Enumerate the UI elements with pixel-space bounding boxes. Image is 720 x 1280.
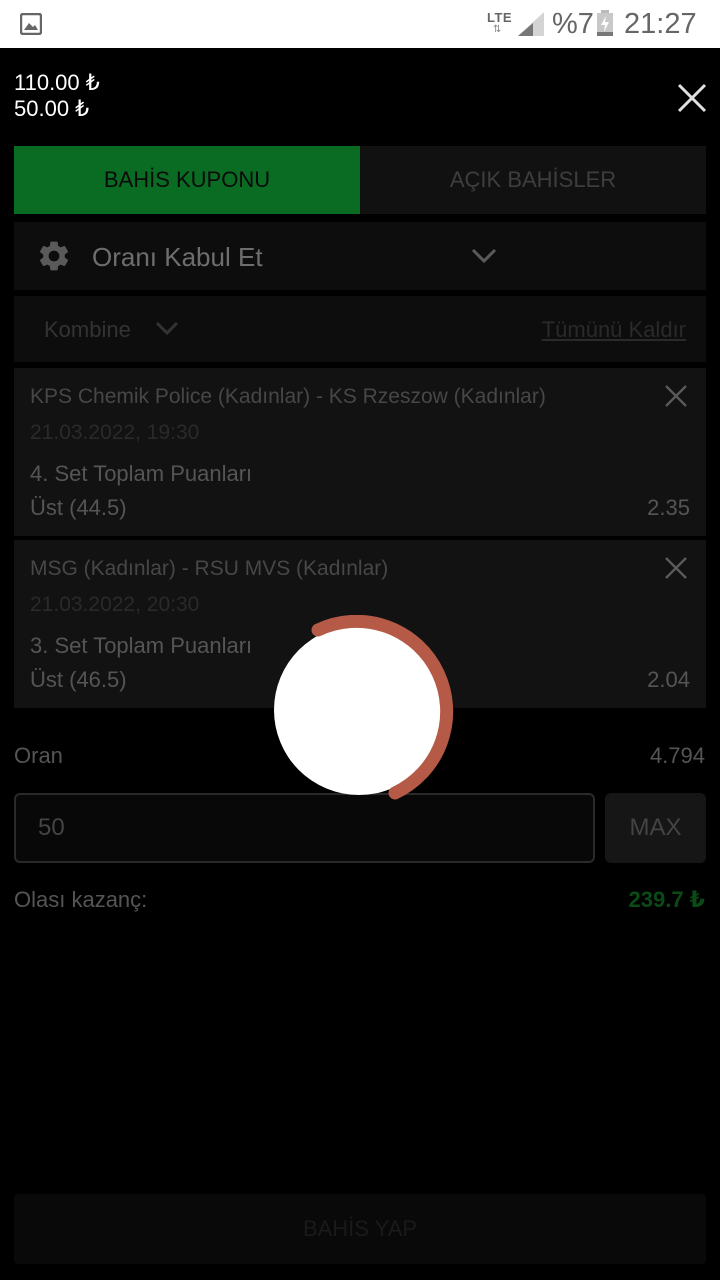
match-date: 21.03.2022, 20:30 (30, 593, 200, 616)
odd-value: 2.04 (647, 667, 690, 692)
market-name: 4. Set Toplam Puanları (30, 461, 253, 486)
clock: 21:27 (624, 8, 697, 40)
close-icon[interactable] (664, 556, 688, 580)
network-activity-icon: ⇅ (493, 24, 502, 35)
network-type: LTE (487, 10, 513, 25)
tab-bar: BAHİS KUPONU AÇIK BAHİSLER (14, 146, 706, 214)
max-button[interactable]: MAX (605, 793, 706, 863)
gear-icon (39, 241, 69, 271)
bet-type-row: Kombine Tümünü Kaldır (14, 296, 706, 362)
potential-win-label: Olası kazanç: (14, 887, 148, 912)
chevron-down-icon (471, 248, 497, 264)
close-icon[interactable] (664, 384, 688, 408)
odd-value: 2.35 (647, 495, 690, 520)
match-date: 21.03.2022, 19:30 (30, 421, 200, 444)
market-name: 3. Set Toplam Puanları (30, 633, 253, 658)
remove-all-link[interactable]: Tümünü Kaldır (542, 317, 686, 343)
accept-odds-label: Oranı Kabul Et (92, 242, 263, 272)
match-name: KPS Chemik Police (Kadınlar) - KS Rzeszo… (30, 385, 546, 408)
signal-icon (518, 12, 544, 36)
place-bet-button[interactable]: BAHİS YAP (14, 1194, 706, 1264)
balance-secondary: 50.00 ₺ (14, 96, 90, 121)
loading-spinner (274, 615, 454, 800)
selection: Üst (44.5) (30, 495, 127, 520)
total-odds-label: Oran (14, 743, 63, 768)
battery-charging-icon (597, 10, 613, 36)
selection: Üst (46.5) (30, 667, 127, 692)
battery-percent: %7 (552, 8, 594, 40)
tab-open-bets[interactable]: AÇIK BAHİSLER (360, 146, 706, 214)
tab-bet-slip[interactable]: BAHİS KUPONU (14, 146, 360, 214)
bet-card: KPS Chemik Police (Kadınlar) - KS Rzeszo… (14, 368, 706, 536)
status-bar: LTE ⇅ %7 21:27 (0, 0, 720, 48)
gallery-icon (20, 13, 42, 35)
potential-win-value: 239.7 ₺ (628, 887, 705, 912)
balance-primary: 110.00 ₺ (14, 70, 100, 95)
close-icon[interactable] (674, 80, 710, 116)
accept-odds-dropdown[interactable]: Oranı Kabul Et (14, 222, 706, 290)
bet-type-label[interactable]: Kombine (44, 317, 131, 343)
match-name: MSG (Kadınlar) - RSU MVS (Kadınlar) (30, 557, 389, 580)
chevron-down-icon[interactable] (154, 318, 180, 340)
total-odds-value: 4.794 (649, 743, 705, 768)
